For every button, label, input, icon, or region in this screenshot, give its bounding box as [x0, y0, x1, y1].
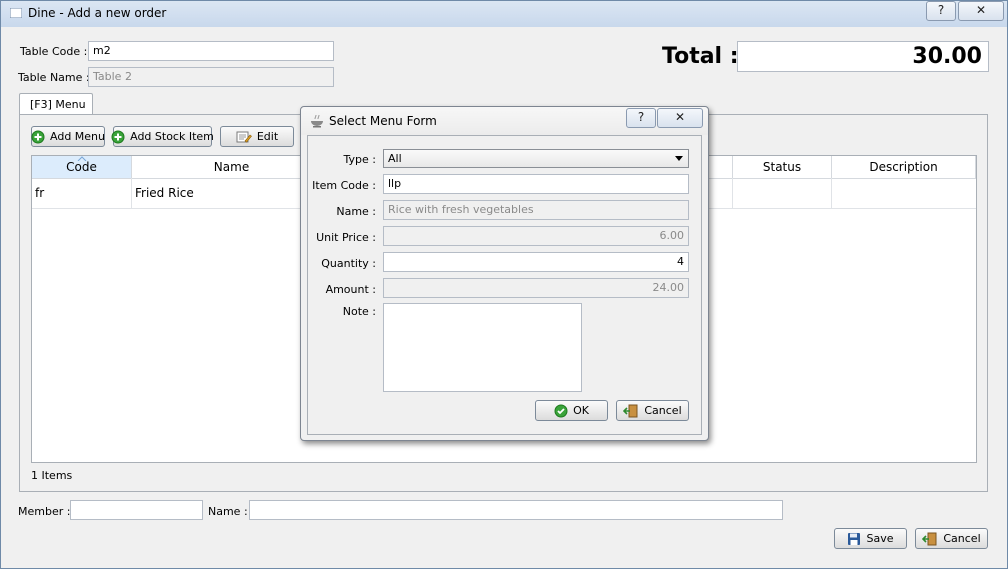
- help-button[interactable]: ?: [926, 1, 956, 21]
- item-name-label: Name :: [336, 205, 376, 218]
- column-header-description[interactable]: Description: [832, 156, 976, 178]
- note-label: Note :: [342, 305, 376, 318]
- plus-circle-icon: [111, 130, 125, 143]
- table-name-input: Table 2: [88, 67, 334, 87]
- table-code-input[interactable]: m2: [88, 41, 334, 61]
- unit-price-input: 6.00: [383, 226, 689, 246]
- app-icon: [10, 8, 22, 18]
- add-stock-item-button[interactable]: Add Stock Item: [111, 126, 214, 147]
- cell-status: [732, 178, 832, 208]
- ok-button[interactable]: OK: [535, 400, 608, 421]
- ok-label: OK: [573, 404, 589, 417]
- table-name-label: Table Name :: [18, 71, 90, 84]
- food-bowl-icon: [311, 114, 323, 128]
- amount-input: 24.00: [383, 278, 689, 298]
- items-count: 1 Items: [31, 469, 73, 482]
- type-label: Type :: [343, 153, 376, 166]
- close-button[interactable]: ✕: [958, 1, 1004, 21]
- cancel-label: Cancel: [943, 532, 981, 545]
- total-value: 30.00: [737, 41, 989, 72]
- dialog-cancel-label: Cancel: [644, 404, 682, 417]
- quantity-label: Quantity :: [321, 257, 376, 270]
- dialog-title: Select Menu Form: [329, 114, 437, 128]
- cell-description: [832, 178, 976, 208]
- floppy-icon: [848, 532, 861, 545]
- member-name-label: Name :: [208, 505, 248, 518]
- table-code-label: Table Code :: [20, 45, 88, 58]
- help-icon: ?: [937, 3, 945, 17]
- close-icon: ✕: [674, 110, 686, 124]
- check-circle-icon: [554, 404, 568, 417]
- column-header-status[interactable]: Status: [732, 156, 832, 178]
- cell-code: fr: [32, 178, 132, 208]
- save-label: Save: [866, 532, 894, 545]
- save-button[interactable]: Save: [834, 528, 907, 549]
- total-label: Total :: [662, 44, 739, 69]
- edit-label: Edit: [256, 130, 279, 143]
- add-stock-item-label: Add Stock Item: [130, 130, 214, 143]
- note-textarea[interactable]: [383, 303, 582, 392]
- add-menu-label: Add Menu: [50, 130, 105, 143]
- type-select-value: All: [388, 152, 402, 165]
- close-icon: ✕: [975, 3, 987, 17]
- amount-label: Amount :: [325, 283, 376, 296]
- exit-door-icon: [623, 404, 638, 417]
- help-icon: ?: [637, 110, 645, 124]
- member-input[interactable]: [70, 500, 203, 520]
- quantity-input[interactable]: 4: [383, 252, 689, 272]
- item-code-label: Item Code :: [312, 179, 376, 192]
- member-name-input[interactable]: [249, 500, 783, 520]
- dialog-close-button[interactable]: ✕: [657, 108, 703, 128]
- window-title: Dine - Add a new order: [28, 6, 167, 20]
- plus-circle-icon: [31, 130, 45, 143]
- chevron-down-icon: [675, 156, 683, 161]
- item-code-input[interactable]: llp: [383, 174, 689, 194]
- sort-indicator-icon: [77, 156, 87, 161]
- dialog-help-button[interactable]: ?: [626, 108, 656, 128]
- member-label: Member :: [18, 505, 71, 518]
- dialog-cancel-button[interactable]: Cancel: [616, 400, 689, 421]
- type-select[interactable]: All: [383, 149, 689, 168]
- select-menu-dialog: Select Menu Form ? ✕ Type : All Item Cod…: [300, 106, 709, 441]
- tab-menu[interactable]: [F3] Menu: [19, 93, 93, 116]
- exit-door-icon: [922, 532, 937, 545]
- cancel-button[interactable]: Cancel: [915, 528, 988, 549]
- tab-menu-label: [F3] Menu: [30, 98, 86, 111]
- unit-price-label: Unit Price :: [316, 231, 376, 244]
- edit-button[interactable]: Edit: [220, 126, 294, 147]
- item-name-input: Rice with fresh vegetables: [383, 200, 689, 220]
- add-menu-button[interactable]: Add Menu: [31, 126, 105, 147]
- edit-icon: [236, 131, 252, 143]
